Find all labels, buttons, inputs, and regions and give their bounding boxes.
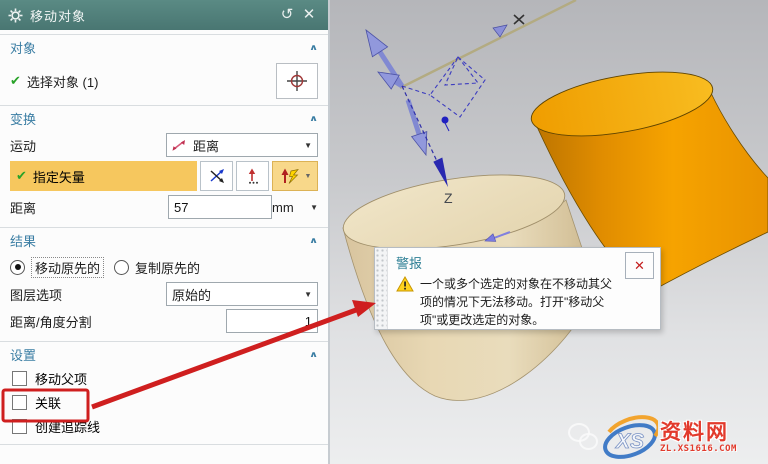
watermark-url: ZL.XS1616.COM — [660, 444, 766, 454]
alert-title: 警报 — [396, 253, 652, 272]
specify-vector-field[interactable]: ✔ 指定矢量 — [10, 161, 197, 191]
check-icon: ✔ — [10, 73, 21, 89]
motion-label: 运动 — [10, 136, 36, 155]
reset-button[interactable]: ↺ — [276, 0, 298, 30]
alert-popup: 警报 ✕ 一个或多个选定的对象在不移动其父项的情况下无法移动。打开"移动父项"或… — [374, 247, 661, 330]
layer-option-label: 图层选项 — [10, 285, 62, 304]
radio-copy-original[interactable] — [114, 260, 129, 275]
chevron-up-icon[interactable]: ∧ — [309, 113, 318, 123]
dialog-titlebar[interactable]: 移动对象 ↺ ✕ — [0, 0, 328, 30]
distance-motion-icon — [172, 138, 188, 152]
layer-option-dropdown[interactable]: 原始的 ▼ — [166, 282, 318, 306]
alert-close-button[interactable]: ✕ — [625, 252, 654, 279]
watermark: XS 资料网 ZL.XS1616.COM — [566, 415, 766, 461]
radio-move-original[interactable] — [10, 260, 25, 275]
move-original-label[interactable]: 移动原先的 — [31, 257, 104, 278]
chevron-up-icon[interactable]: ∧ — [309, 42, 318, 52]
distance-unit-dropdown[interactable]: mm ▼ — [272, 200, 318, 215]
alert-message: 一个或多个选定的对象在不移动其父项的情况下无法移动。打开"移动父项"或更改选定的… — [420, 275, 616, 329]
section-settings-header[interactable]: 设置 ∧ — [0, 342, 328, 366]
associative-checkbox[interactable] — [12, 395, 27, 410]
vector-dialog-icon — [208, 168, 226, 184]
create-traceline-label: 创建追踪线 — [35, 417, 100, 436]
section-object-header[interactable]: 对象 ∧ — [0, 35, 328, 59]
section-result: 结果 ∧ 移动原先的 复制原先的 图层选项 原始的 ▼ 距离/角度分割 — [0, 227, 328, 333]
inferred-vector-button[interactable]: ▼ — [272, 161, 318, 191]
dialog-title: 移动对象 — [30, 6, 86, 25]
division-label: 距离/角度分割 — [10, 312, 92, 331]
3d-scene: Z — [330, 0, 768, 464]
alert-drag-grip[interactable] — [375, 248, 388, 329]
motion-dropdown[interactable]: 距离 ▼ — [166, 133, 318, 157]
caret-down-icon: ▼ — [304, 290, 312, 299]
sphere-handle — [442, 117, 449, 124]
division-input[interactable] — [226, 309, 318, 333]
crosshair-icon — [286, 70, 308, 92]
3d-viewport[interactable]: Z — [330, 0, 768, 464]
z-axis-label: Z — [444, 190, 453, 206]
caret-down-icon: ▼ — [310, 203, 318, 212]
create-traceline-checkbox[interactable] — [12, 419, 27, 434]
section-transform-header[interactable]: 变换 ∧ — [0, 106, 328, 130]
section-result-header[interactable]: 结果 ∧ — [0, 228, 328, 252]
vector-constructor-icon — [244, 167, 262, 185]
distance-label: 距离 — [10, 198, 36, 217]
vector-dialog-button[interactable] — [200, 161, 233, 191]
xs-logo: XS — [602, 415, 658, 461]
watermark-name: 资料网 — [660, 422, 766, 444]
section-transform: 变换 ∧ 运动 距离 ▼ ✔ 指定矢量 — [0, 105, 328, 219]
move-parent-label: 移动父项 — [35, 369, 87, 388]
specify-vector-label: 指定矢量 — [33, 167, 85, 186]
chevron-up-icon[interactable]: ∧ — [309, 235, 318, 245]
associative-label: 关联 — [35, 393, 61, 412]
xs-logo-text: XS — [615, 430, 644, 453]
move-parent-checkbox[interactable] — [12, 371, 27, 386]
distance-input[interactable] — [168, 195, 272, 219]
motion-value: 距离 — [193, 136, 219, 155]
caret-down-icon: ▼ — [304, 141, 312, 150]
select-object-button[interactable] — [276, 63, 318, 99]
section-divider — [0, 444, 328, 457]
create-traceline-checkbox-row[interactable]: 创建追踪线 — [0, 415, 328, 438]
doodle-icon — [566, 421, 602, 455]
section-object: 对象 ∧ ✔ 选择对象 (1) — [0, 34, 328, 99]
gear-icon — [8, 8, 23, 23]
warning-icon — [396, 276, 414, 292]
chevron-up-icon[interactable]: ∧ — [309, 349, 318, 359]
check-icon: ✔ — [16, 168, 27, 184]
move-parent-checkbox-row[interactable]: 移动父项 — [0, 367, 328, 390]
screen: Z 移动对象 ↺ — [0, 0, 768, 464]
move-object-dialog: 移动对象 ↺ ✕ 对象 ∧ ✔ 选择对象 (1) — [0, 0, 330, 464]
close-button[interactable]: ✕ — [298, 0, 320, 30]
inferred-vector-icon — [279, 167, 301, 185]
associative-checkbox-row[interactable]: 关联 — [0, 391, 328, 414]
select-object-label: 选择对象 (1) — [27, 72, 99, 91]
vector-constructor-button[interactable] — [236, 161, 269, 191]
copy-original-label[interactable]: 复制原先的 — [135, 258, 200, 277]
section-settings: 设置 ∧ 移动父项 关联 创建追踪线 — [0, 341, 328, 438]
vector-direction-line — [400, 0, 576, 88]
caret-down-icon[interactable]: ▼ — [305, 173, 312, 180]
